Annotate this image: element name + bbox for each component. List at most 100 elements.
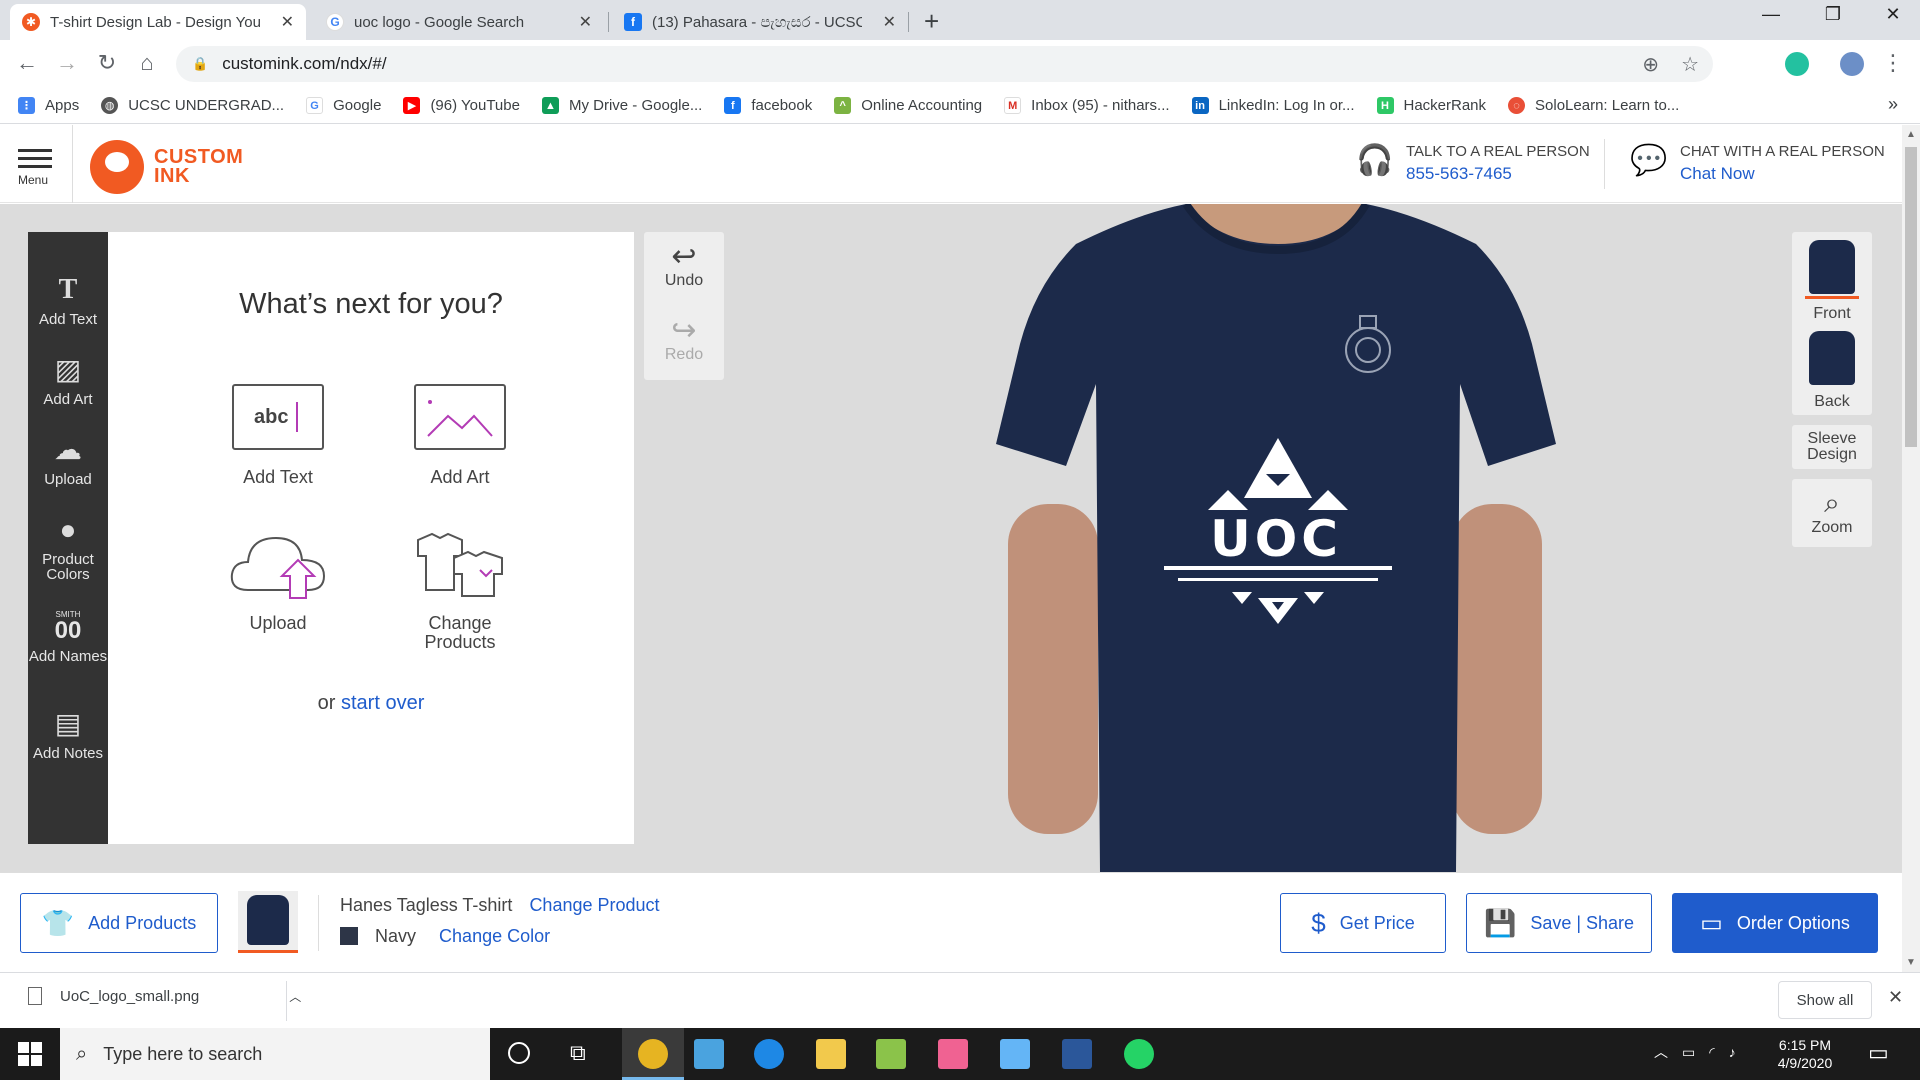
save-share-button[interactable]: 💾 Save | Share (1466, 893, 1652, 953)
new-tab-icon[interactable]: + (924, 6, 939, 37)
color-swatch (340, 927, 358, 945)
design-canvas-area: T Add Text ▨ Add Art ☁ Upload ● Product … (0, 204, 1902, 872)
notifications-icon[interactable]: ▭ (1868, 1040, 1889, 1066)
edge-icon[interactable] (754, 1039, 784, 1069)
tab-google-search[interactable]: G uoc logo - Google Search ✕ (314, 4, 604, 40)
maximize-icon[interactable]: ❐ (1810, 4, 1856, 25)
forward-arrow-icon[interactable]: → (52, 50, 82, 76)
divider (1604, 139, 1605, 189)
profile-avatar-icon[interactable] (1840, 52, 1864, 76)
get-price-button[interactable]: $ Get Price (1280, 893, 1446, 953)
chevron-up-icon[interactable]: ︿ (289, 988, 301, 1005)
bookmark-drive[interactable]: ▲ My Drive - Google... (541, 97, 702, 114)
site-header: Menu CUSTOM INK 🎧 TALK TO A REAL PERSON … (0, 125, 1902, 203)
drive-icon: ▲ (541, 97, 559, 114)
windows-start-icon[interactable] (18, 1042, 42, 1066)
system-tray[interactable]: ︿▭◜♪ (1654, 1042, 1750, 1062)
zoom-button[interactable]: ⌕ Zoom (1792, 479, 1872, 547)
chrome-icon (638, 1039, 668, 1069)
close-tab-icon[interactable]: ✕ (579, 12, 592, 32)
close-window-icon[interactable]: ✕ (1870, 4, 1916, 25)
bookmark-hackerrank[interactable]: H HackerRank (1376, 97, 1486, 114)
close-tab-icon[interactable]: ✕ (281, 12, 294, 32)
bookmark-linkedin[interactable]: in LinkedIn: Log In or... (1191, 97, 1355, 114)
bookmark-apps[interactable]: ⋮ Apps (18, 97, 79, 114)
redo-icon: ↪ (671, 314, 697, 347)
order-options-button[interactable]: ▭ Order Options (1672, 893, 1878, 953)
page-scrollbar[interactable]: ▲ ▼ (1902, 125, 1920, 972)
shirt-thumbnail (247, 895, 289, 945)
more-bookmarks-icon[interactable]: » (1888, 94, 1898, 115)
tshirt-preview[interactable]: UOC (996, 204, 1556, 872)
whatsapp-icon[interactable] (1124, 1039, 1154, 1069)
bookmark-youtube[interactable]: ▶ (96) YouTube (403, 97, 520, 114)
close-download-bar-icon[interactable]: ✕ (1888, 987, 1903, 1008)
view-back[interactable]: Back (1792, 331, 1872, 411)
tab-custom-ink[interactable]: ✱ T-shirt Design Lab - Design Your ✕ (10, 4, 306, 40)
taskbar-search[interactable]: ⌕ Type here to search (60, 1028, 490, 1080)
change-color-link[interactable]: Change Color (439, 926, 550, 946)
scroll-down-icon[interactable]: ▼ (1906, 957, 1916, 968)
tool-add-names[interactable]: SMITH 00 Add Names (28, 610, 108, 664)
talk-to-person[interactable]: 🎧 TALK TO A REAL PERSON 855-563-7465 (1356, 143, 1590, 184)
browser-menu-icon[interactable]: ⋮ (1878, 50, 1908, 76)
clock[interactable]: 6:15 PM 4/9/2020 (1760, 1036, 1850, 1072)
scroll-thumb[interactable] (1905, 147, 1917, 447)
photos-icon[interactable] (876, 1039, 906, 1069)
bookmark-online-accounting[interactable]: ^ Online Accounting (834, 97, 982, 114)
home-icon[interactable]: ⌂ (132, 50, 162, 76)
minimize-icon[interactable]: — (1748, 4, 1794, 25)
add-icon[interactable]: ⊕ (1642, 52, 1659, 77)
phone-number[interactable]: 855-563-7465 (1406, 164, 1590, 184)
chat-with-person[interactable]: 💬 CHAT WITH A REAL PERSON Chat Now (1630, 143, 1885, 184)
chat-now-link[interactable]: Chat Now (1680, 164, 1885, 184)
file-explorer-icon[interactable] (816, 1039, 846, 1069)
tool-add-notes[interactable]: ▤ Add Notes (28, 708, 108, 761)
option-change-products[interactable]: Change Products (400, 530, 520, 652)
product-thumbnail[interactable] (238, 891, 298, 953)
mail-icon[interactable] (1000, 1039, 1030, 1069)
undo-button[interactable]: ↩ Undo (644, 242, 724, 290)
bookmark-inbox[interactable]: M Inbox (95) - nithars... (1004, 97, 1170, 114)
reload-icon[interactable]: ↻ (92, 50, 122, 76)
youtube-icon: ▶ (403, 97, 421, 114)
tool-add-art[interactable]: ▨ Add Art (28, 354, 108, 407)
extension-icon[interactable] (1785, 52, 1809, 76)
tab-facebook[interactable]: f (13) Pahasara - පැහැසර - UCSC ✕ (612, 4, 908, 40)
task-view-icon[interactable]: ⧉ (570, 1040, 586, 1066)
app-icon[interactable] (694, 1039, 724, 1069)
cortana-icon[interactable] (508, 1042, 530, 1064)
custom-ink-logo[interactable]: CUSTOM INK (90, 140, 243, 194)
close-tab-icon[interactable]: ✕ (883, 12, 896, 32)
tool-product-colors[interactable]: ● Product Colors (28, 514, 108, 582)
chrome-taskbar-button[interactable] (622, 1028, 684, 1080)
back-arrow-icon[interactable]: ← (12, 50, 42, 76)
view-front[interactable]: Front (1792, 240, 1872, 323)
word-icon[interactable] (1062, 1039, 1092, 1069)
store-icon[interactable] (938, 1039, 968, 1069)
bookmark-facebook[interactable]: f facebook (724, 97, 812, 114)
tool-add-text[interactable]: T Add Text (28, 274, 108, 327)
redo-button[interactable]: ↪ Redo (644, 316, 724, 364)
bookmark-google[interactable]: G Google (306, 97, 381, 114)
menu-button[interactable]: Menu (18, 149, 54, 187)
divider (286, 981, 287, 1021)
color-name: Navy (375, 926, 417, 946)
option-add-text[interactable]: abc Add Text (218, 384, 338, 487)
add-products-button[interactable]: 👕 Add Products (20, 893, 218, 953)
download-item[interactable]: UoC_logo_small.png ︿ (28, 987, 301, 1005)
change-product-link[interactable]: Change Product (529, 895, 659, 915)
option-upload[interactable]: Upload (218, 530, 338, 633)
url-bar[interactable]: 🔒 customink.com/ndx/#/ ⊕ ☆ (176, 46, 1713, 82)
view-sleeve-design[interactable]: Sleeve Design (1792, 425, 1872, 469)
bookmark-ucsc[interactable]: ◍ UCSC UNDERGRAD... (101, 97, 284, 114)
text-box-icon: abc (232, 384, 324, 450)
show-all-button[interactable]: Show all (1778, 981, 1872, 1019)
bookmark-sololearn[interactable]: ◌ SoloLearn: Learn to... (1508, 97, 1679, 114)
facebook-icon: f (724, 97, 742, 114)
scroll-up-icon[interactable]: ▲ (1906, 129, 1916, 140)
tool-upload[interactable]: ☁ Upload (28, 434, 108, 487)
option-add-art[interactable]: Add Art (400, 384, 520, 487)
start-over-link[interactable]: start over (341, 692, 424, 714)
bookmark-star-icon[interactable]: ☆ (1681, 52, 1699, 77)
